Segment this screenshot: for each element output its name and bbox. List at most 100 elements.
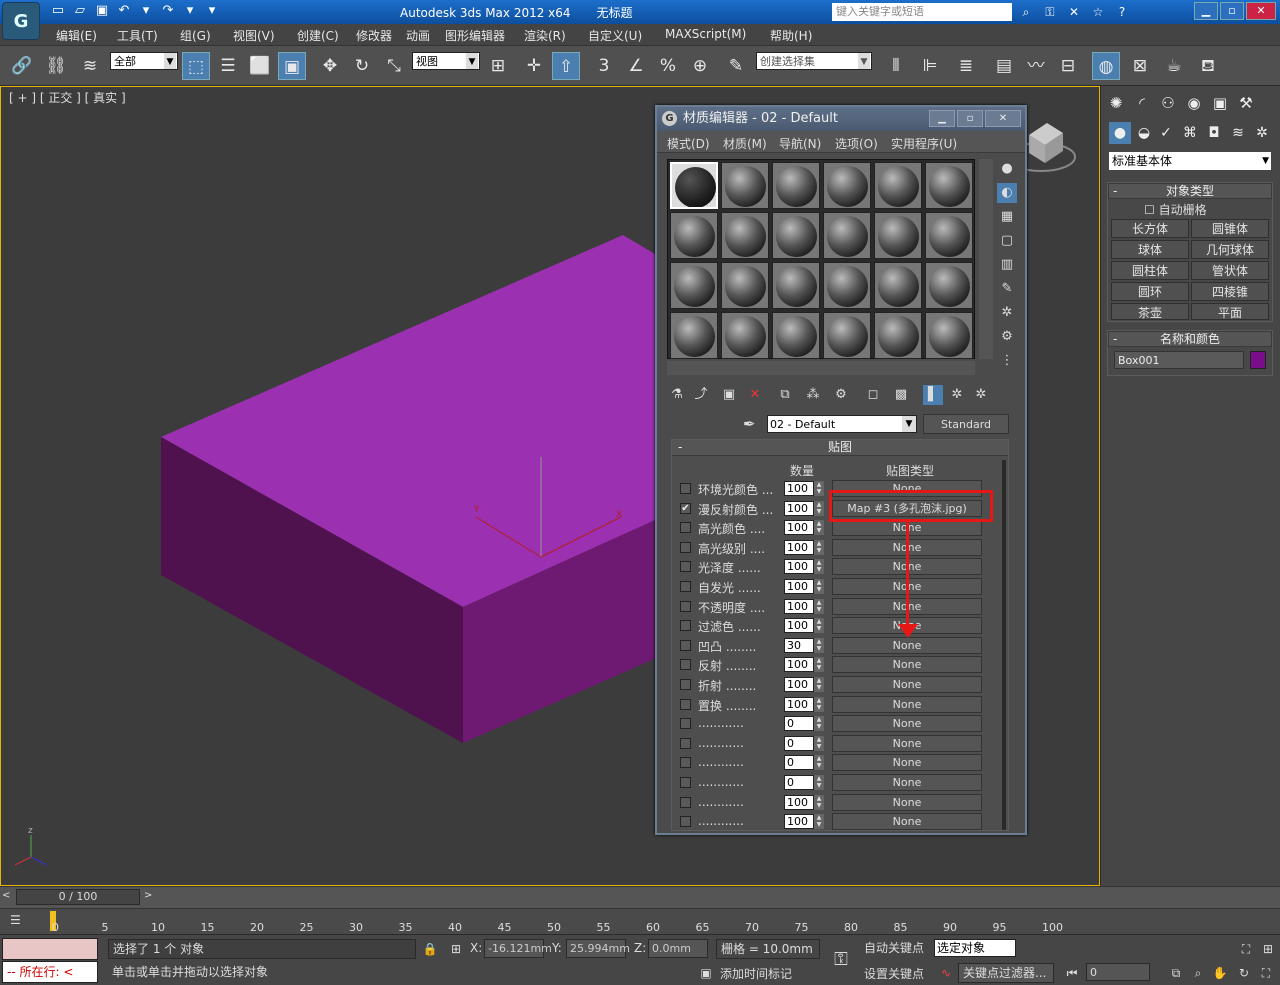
map-enable-checkbox[interactable]	[680, 777, 691, 788]
material-sample-slot[interactable]	[772, 162, 820, 209]
y-coordinate-field[interactable]: 25.994mm	[566, 939, 630, 958]
systems-icon[interactable]: ✲	[1251, 122, 1273, 144]
key-mode-dropdown[interactable]: 选定对象	[934, 939, 1016, 957]
redo-icon[interactable]: ↷	[158, 2, 178, 20]
material-editor-titlebar[interactable]: G 材质编辑器 - 02 - Default ▁ ▫ ✕	[657, 107, 1025, 131]
material-sample-slot[interactable]	[772, 312, 820, 359]
map-enable-checkbox[interactable]	[680, 600, 691, 612]
amount-spinner-icon[interactable]: ▲ ▼	[814, 598, 824, 614]
make-unique-icon[interactable]: ⁂	[803, 385, 823, 405]
material-name-dropdown[interactable]: 02 - Default	[767, 415, 917, 433]
pivot-center-icon[interactable]: ⊞	[484, 52, 512, 80]
mini-curve-editor-icon[interactable]: ☰	[10, 913, 21, 927]
material-sample-slot[interactable]	[772, 262, 820, 309]
track-bar[interactable]: ☰ 0 5 10 15 20 25 30 35 40 45 50 55 60 65 70 75 80 85 90 95…	[0, 908, 1280, 934]
assign-to-selection-icon[interactable]: ▣	[719, 385, 739, 405]
amount-spinner-icon[interactable]: ▲ ▼	[814, 481, 824, 496]
map-slot-button[interactable]: None	[832, 734, 982, 752]
box-button[interactable]: 长方体	[1111, 219, 1189, 238]
select-manipulate-icon[interactable]: ✛	[520, 52, 548, 80]
map-enable-checkbox[interactable]: ✔	[680, 502, 691, 514]
map-amount-field[interactable]: 100	[784, 520, 814, 536]
sphere-button[interactable]: 球体	[1111, 240, 1189, 259]
map-amount-field[interactable]: 0	[784, 735, 814, 751]
material-sample-slot[interactable]	[670, 162, 718, 209]
tools-icon[interactable]: ✕	[1064, 3, 1084, 21]
amount-spinner-icon[interactable]: ▲ ▼	[814, 735, 824, 751]
map-amount-field[interactable]: 100	[784, 500, 814, 516]
material-sample-slot[interactable]	[823, 262, 871, 309]
material-sample-slot[interactable]	[670, 262, 718, 309]
search-input[interactable]: 键入关键字或短语	[832, 3, 1012, 21]
amount-spinner-icon[interactable]: ▲ ▼	[814, 637, 824, 653]
backlight-icon[interactable]: ◐	[997, 183, 1017, 203]
key-filters-button[interactable]: 关键点过滤器...	[958, 963, 1054, 983]
map-amount-field[interactable]: 0	[784, 716, 814, 732]
named-selection-set-dropdown[interactable]: 创建选择集	[756, 52, 872, 70]
material-id-channel-icon[interactable]: ◻	[863, 385, 883, 405]
amount-spinner-icon[interactable]: ▲ ▼	[814, 755, 824, 771]
mirror-icon[interactable]: ⫴	[882, 52, 910, 80]
make-copy-icon[interactable]: ⧉	[775, 385, 795, 405]
map-amount-field[interactable]: 100	[784, 657, 814, 673]
me-menu-material[interactable]: 材质(M)	[723, 135, 767, 152]
graphite-tools-icon[interactable]: ▤	[990, 52, 1018, 80]
go-to-parent-icon[interactable]: ✲	[947, 385, 967, 405]
menu-graph-editors[interactable]: 图形编辑器	[445, 27, 505, 44]
material-sample-slot[interactable]	[721, 262, 769, 309]
set-key-icon[interactable]: ⚿	[826, 945, 856, 975]
material-sample-slot[interactable]	[925, 162, 973, 209]
reset-map-icon[interactable]: ✕	[745, 385, 765, 405]
cone-button[interactable]: 圆锥体	[1191, 219, 1269, 238]
material-sample-slot[interactable]	[925, 312, 973, 359]
shapes-icon[interactable]: ◒	[1133, 122, 1155, 144]
slots-vertical-scrollbar[interactable]	[979, 159, 993, 359]
map-enable-checkbox[interactable]	[680, 737, 691, 749]
material-sample-slot[interactable]	[874, 312, 922, 359]
map-slot-button[interactable]: None	[832, 754, 982, 772]
map-slot-button[interactable]: None	[832, 676, 982, 693]
map-enable-checkbox[interactable]	[680, 679, 691, 690]
save-file-icon[interactable]: ▣	[92, 2, 112, 20]
orbit-icon[interactable]: ↻	[1236, 965, 1252, 981]
key-icon[interactable]: ⚿	[1040, 3, 1060, 21]
minimize-button[interactable]: ▁	[1194, 2, 1218, 20]
amount-spinner-icon[interactable]: ▲ ▼	[814, 618, 824, 634]
window-crossing-icon[interactable]: ▣	[278, 52, 306, 80]
menu-create[interactable]: 创建(C)	[297, 27, 339, 44]
me-menu-navigation[interactable]: 导航(N)	[779, 135, 821, 152]
map-amount-field[interactable]: 0	[784, 755, 814, 771]
map-slot-button[interactable]: None	[832, 695, 982, 713]
sample-type-icon[interactable]: ●	[997, 159, 1017, 179]
map-enable-checkbox[interactable]	[680, 698, 691, 710]
undo-dropdown-icon[interactable]: ▾	[136, 2, 156, 20]
zoom-all-icon[interactable]: ⊞	[1260, 941, 1276, 957]
reference-coordinate-dropdown[interactable]: 视图	[412, 52, 480, 70]
map-enable-checkbox[interactable]	[680, 541, 691, 553]
map-slot-button[interactable]: None	[832, 793, 982, 811]
torus-button[interactable]: 圆环	[1111, 282, 1189, 301]
map-amount-field[interactable]: 100	[784, 618, 814, 634]
set-key-button[interactable]: 设置关键点	[864, 965, 924, 982]
amount-spinner-icon[interactable]: ▲ ▼	[814, 539, 824, 555]
put-to-library-icon[interactable]: ⚙	[831, 385, 851, 405]
amount-spinner-icon[interactable]: ▲ ▼	[814, 520, 824, 536]
map-amount-field[interactable]: 100	[784, 598, 814, 614]
select-move-icon[interactable]: ✥	[316, 52, 344, 80]
menu-customize[interactable]: 自定义(U)	[588, 27, 642, 44]
select-rotate-icon[interactable]: ↻	[348, 52, 376, 80]
map-amount-field[interactable]: 100	[784, 794, 814, 810]
map-enable-checkbox[interactable]	[680, 659, 691, 671]
create-tab-icon[interactable]: ✺	[1105, 92, 1127, 114]
menu-animation[interactable]: 动画	[406, 27, 430, 44]
amount-spinner-icon[interactable]: ▲ ▼	[814, 814, 824, 830]
help-icon[interactable]: ?	[1112, 3, 1132, 21]
map-slot-button[interactable]: None	[832, 774, 982, 791]
utilities-tab-icon[interactable]: ⚒	[1235, 92, 1257, 114]
snaps-toggle-icon[interactable]: 3	[590, 52, 618, 80]
map-amount-field[interactable]: 100	[784, 481, 814, 496]
material-editor-icon[interactable]: ◍	[1092, 52, 1120, 80]
material-sample-slot[interactable]	[874, 162, 922, 209]
material-sample-slot[interactable]	[721, 212, 769, 259]
map-enable-checkbox[interactable]	[680, 639, 691, 651]
